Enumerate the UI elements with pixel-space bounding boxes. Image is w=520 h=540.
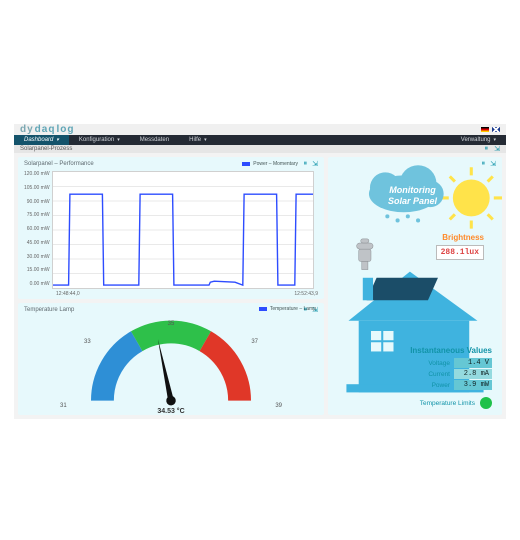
gauge-value: 34.53 °C [157, 408, 184, 415]
inst-row-power: Power 3.9 mW [410, 380, 492, 390]
inst-title: Instantaneous Values [410, 346, 492, 355]
logo: dy daq log [20, 124, 74, 135]
pause-icon[interactable]: ⏸ [304, 160, 308, 168]
gauge-legend: Temperature – Lamp [259, 306, 316, 312]
legend-label: Power – Momentary [253, 161, 298, 167]
panel-monitoring: ⏸ ⇲ [328, 157, 502, 415]
language-switch[interactable] [481, 127, 500, 132]
nav-item-hilfe[interactable]: Hilfe▾ [179, 135, 217, 145]
nav-item-messdaten[interactable]: Messdaten [130, 135, 179, 145]
instantaneous-values: Instantaneous Values Voltage 1.4 V Curre… [410, 346, 492, 391]
chart-y-axis: 120.00 mW 105.00 mW 90.00 mW 75.00 mW 60… [24, 171, 50, 287]
nav-label: Verwaltung [461, 137, 491, 143]
nav-label: Hilfe [189, 137, 201, 143]
share-icon[interactable]: ⇲ [312, 160, 318, 168]
gauge: 31 33 35 37 39 34.53 °C [24, 313, 318, 413]
legend-label: Temperature – Lamp [270, 306, 316, 312]
inst-row-current: Current 2.8 mA [410, 369, 492, 379]
chevron-down-icon: ▾ [117, 137, 120, 143]
brightness-label: Brightness [442, 233, 484, 242]
nav-label: Dashboard [24, 137, 53, 143]
chevron-down-icon: ▾ [204, 137, 207, 143]
chart-area: 120.00 mW 105.00 mW 90.00 mW 75.00 mW 60… [24, 171, 318, 289]
line-chart [52, 171, 314, 289]
nav-item-verwaltung[interactable]: Verwaltung▾ [451, 135, 506, 145]
chart-x-axis: 12:48:44,0 12:52:43,9 [56, 291, 318, 297]
app-root: dy daq log Dashboard▾ Konfiguration▾ Mes… [14, 124, 506, 419]
share-icon[interactable]: ⇲ [494, 145, 500, 153]
nav-item-dashboard[interactable]: Dashboard▾ [14, 135, 69, 145]
subheader: Solarpanel-Prozess ⏸ ⇲ [14, 145, 506, 153]
legend-swatch [242, 162, 250, 166]
monitor-title: Monitoring Solar Panel [388, 185, 437, 207]
chevron-down-icon: ▾ [493, 137, 496, 143]
inst-row-voltage: Voltage 1.4 V [410, 358, 492, 368]
chart-legend: Power – Momentary [242, 161, 298, 167]
chevron-down-icon: ▾ [56, 137, 59, 143]
nav-item-konfiguration[interactable]: Konfiguration▾ [69, 135, 130, 145]
status-dot-green-icon [480, 397, 492, 409]
panel-performance: ⏸ ⇲ Solarpanel – Performance Power – Mom… [18, 157, 324, 299]
pause-icon[interactable]: ⏸ [485, 145, 489, 153]
flag-de-icon[interactable] [481, 127, 489, 132]
main-nav: Dashboard▾ Konfiguration▾ Messdaten Hilf… [14, 135, 506, 145]
nav-label: Messdaten [140, 137, 169, 143]
panel-temperature: ⏸ ⇲ Temperature Lamp Temperature – Lamp [18, 303, 324, 415]
flag-uk-icon[interactable] [492, 127, 500, 132]
nav-label: Konfiguration [79, 137, 114, 143]
brand-bar: dy daq log [14, 124, 506, 135]
subheader-title: Solarpanel-Prozess [20, 146, 72, 152]
brightness-value: 288.1lux [436, 245, 484, 260]
legend-swatch [259, 307, 267, 311]
body: ⏸ ⇲ Solarpanel – Performance Power – Mom… [14, 153, 506, 419]
temperature-limits: Temperature Limits [420, 397, 492, 409]
